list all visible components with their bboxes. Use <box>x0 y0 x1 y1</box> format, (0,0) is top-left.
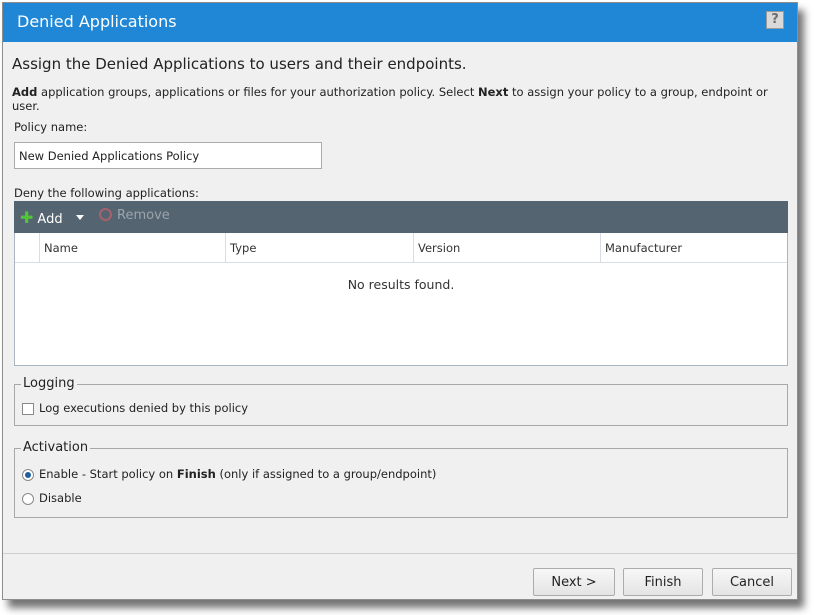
finish-button[interactable]: Finish <box>623 568 703 596</box>
add-button-label: Add <box>37 212 63 227</box>
log-executions-label[interactable]: Log executions denied by this policy <box>39 401 248 415</box>
log-executions-checkbox[interactable] <box>22 403 34 415</box>
disable-radio[interactable] <box>22 493 34 505</box>
next-button[interactable]: Next > <box>533 568 615 596</box>
applications-toolbar: ✚ Add Remove <box>14 201 788 233</box>
column-header-name[interactable]: Name <box>39 233 225 263</box>
dialog-footer: Next > Finish Cancel <box>3 553 797 599</box>
add-dropdown-caret-icon[interactable] <box>76 215 84 220</box>
enable-radio-label[interactable]: Enable - Start policy on Finish (only if… <box>39 467 436 481</box>
activation-group <box>14 448 788 518</box>
remove-icon <box>99 208 112 221</box>
disable-radio-label[interactable]: Disable <box>39 491 82 505</box>
remove-button[interactable]: Remove <box>99 208 170 223</box>
instructions-part-1: application groups, applications or file… <box>37 85 478 99</box>
grid-header: Name Type Version Manufacturer <box>15 233 787 263</box>
help-icon[interactable]: ? <box>766 11 784 29</box>
policy-name-label: Policy name: <box>14 120 88 134</box>
instructions-bold-next: Next <box>478 85 509 99</box>
enable-label-prefix: Enable - Start policy on <box>39 467 177 481</box>
window-title: Denied Applications <box>17 12 177 31</box>
plus-icon: ✚ <box>20 208 34 227</box>
remove-button-label: Remove <box>117 208 170 223</box>
cancel-button[interactable]: Cancel <box>712 568 792 596</box>
enable-label-bold: Finish <box>176 467 216 481</box>
denied-applications-dialog: Denied Applications ? Assign the Denied … <box>2 2 798 600</box>
instructions-text: Add application groups, applications or … <box>12 85 797 113</box>
instructions-bold-add: Add <box>12 85 38 99</box>
page-heading: Assign the Denied Applications to users … <box>12 55 467 73</box>
column-header-type[interactable]: Type <box>225 233 413 263</box>
empty-message: No results found. <box>347 277 455 292</box>
enable-label-suffix: (only if assigned to a group/endpoint) <box>215 467 437 481</box>
column-header-manufacturer[interactable]: Manufacturer <box>600 233 787 263</box>
deny-applications-label: Deny the following applications: <box>14 186 199 200</box>
activation-legend: Activation <box>21 440 91 455</box>
title-bar: Denied Applications ? <box>3 3 797 42</box>
logging-legend: Logging <box>21 376 77 391</box>
column-select[interactable] <box>15 233 39 263</box>
column-header-version[interactable]: Version <box>413 233 600 263</box>
add-button[interactable]: ✚ Add <box>20 208 63 227</box>
enable-radio[interactable] <box>22 469 34 481</box>
policy-name-input[interactable] <box>14 142 322 169</box>
applications-grid: Name Type Version Manufacturer No result… <box>14 233 788 366</box>
